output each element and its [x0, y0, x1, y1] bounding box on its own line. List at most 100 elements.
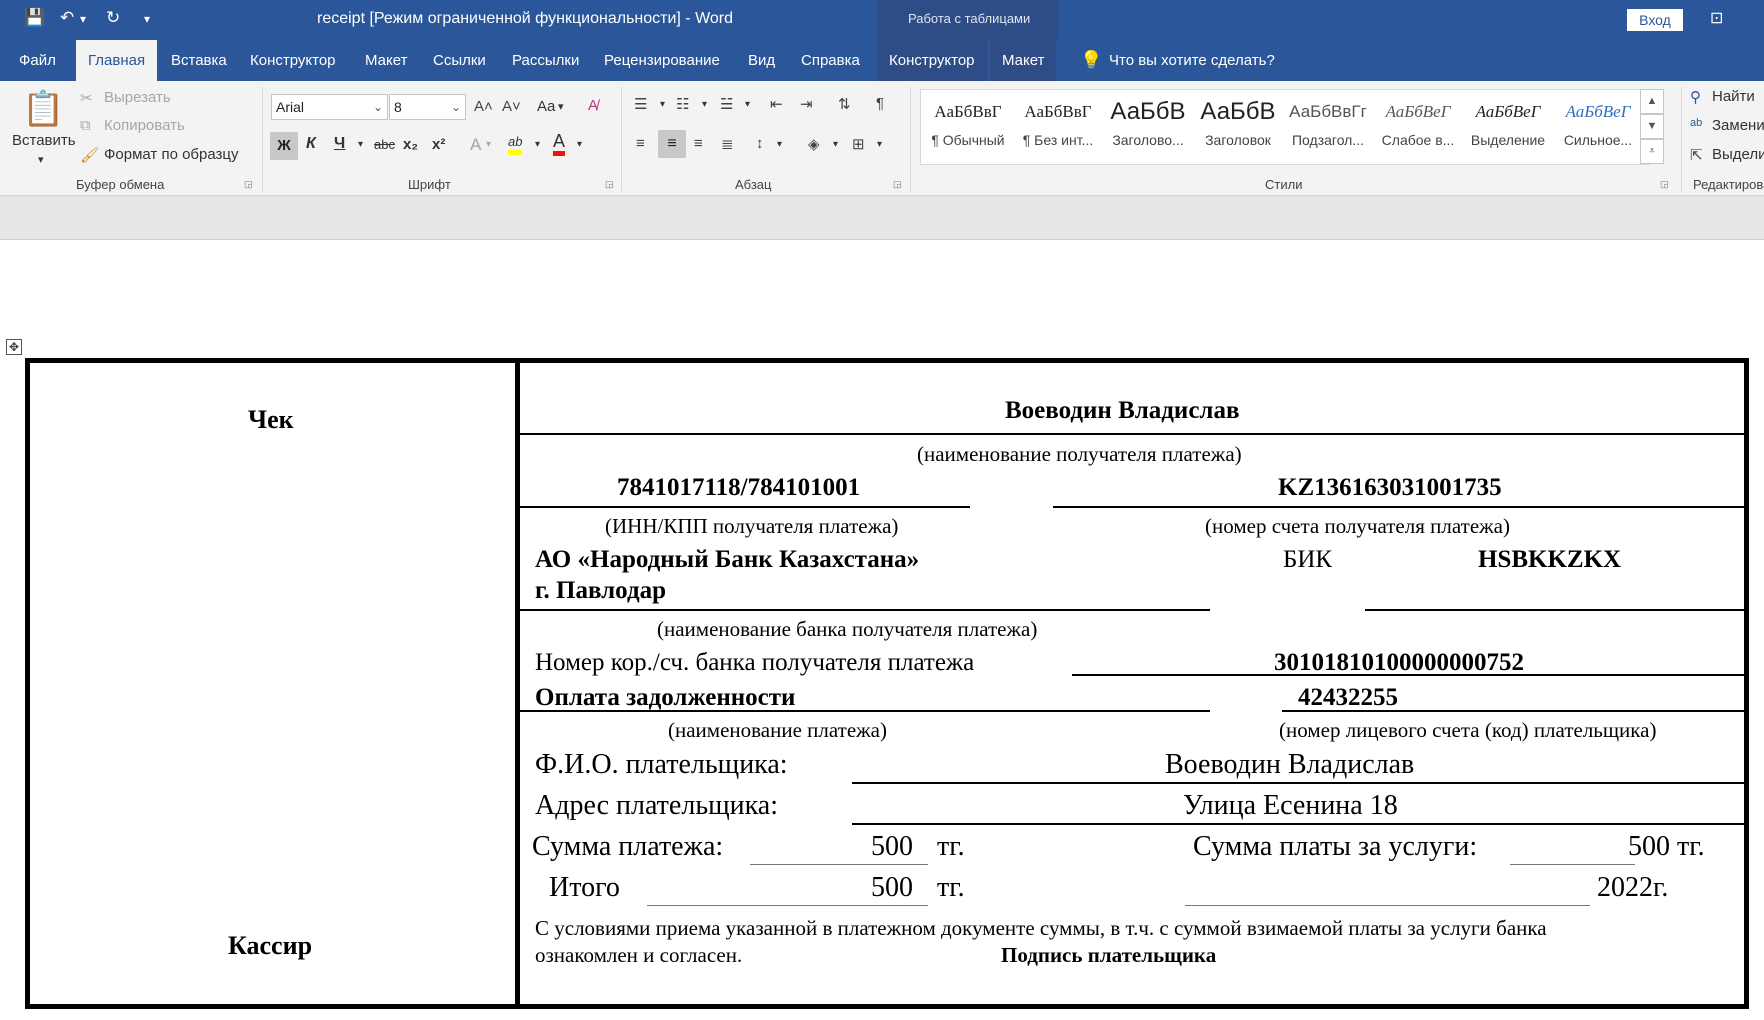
styles-launcher-icon[interactable]: ◲	[1660, 179, 1669, 190]
clipboard-launcher-icon[interactable]: ◲	[244, 179, 253, 190]
tell-me-search[interactable]: Что вы хотите сделать?	[1097, 40, 1287, 81]
replace-icon: ab	[1690, 117, 1703, 129]
highlight-button[interactable]: ab	[508, 133, 523, 155]
corr-account-label: Номер кор./сч. банка получателя платежа	[535, 649, 975, 676]
chevron-up-icon[interactable]: ▲	[1640, 89, 1664, 114]
chevron-down-icon[interactable]: ▼	[1640, 114, 1664, 139]
tab-help[interactable]: Справка	[789, 40, 872, 81]
align-center-icon[interactable]: ≡	[658, 130, 686, 158]
style-heading-1[interactable]: АаБбВ Заголово...	[1103, 92, 1193, 162]
payment-caption: (наименование платежа)	[668, 718, 887, 742]
style-intense-emphasis[interactable]: АаБбВеГ Сильное...	[1553, 92, 1643, 162]
shading-icon[interactable]: ◈	[808, 135, 820, 153]
font-family-combo[interactable]: Arial ⌄	[271, 94, 388, 120]
sum-currency: тг.	[937, 831, 965, 862]
payment-name: Оплата задолженности	[535, 684, 796, 711]
decrease-indent-icon[interactable]: ⇤	[770, 95, 783, 113]
text-effects-button[interactable]: A	[470, 135, 481, 155]
more-styles-icon[interactable]: ⩡	[1640, 139, 1664, 164]
align-left-icon[interactable]: ≡	[636, 135, 645, 152]
multilevel-list-icon[interactable]: ☱	[720, 95, 733, 113]
ribbon-display-options-icon[interactable]: ⊡	[1710, 8, 1723, 28]
tab-references[interactable]: Ссылки	[421, 40, 498, 81]
bold-button[interactable]: Ж	[270, 132, 298, 160]
paragraph-launcher-icon[interactable]: ◲	[893, 179, 902, 190]
cut-button[interactable]: Вырезать	[104, 89, 171, 106]
change-case-button[interactable]: Aa	[537, 98, 555, 115]
clear-formatting-icon[interactable]: A̸	[588, 97, 598, 114]
tab-layout[interactable]: Макет	[353, 40, 419, 81]
text-effects-dropdown-icon[interactable]: ▾	[486, 139, 491, 150]
bullets-icon[interactable]: ☰	[634, 95, 647, 113]
numbering-dropdown-icon[interactable]: ▾	[702, 99, 707, 110]
column-divider	[515, 363, 520, 1004]
tab-file[interactable]: Файл	[7, 40, 68, 81]
borders-dropdown-icon[interactable]: ▾	[877, 139, 882, 150]
table-move-handle-icon[interactable]: ✥	[6, 339, 22, 355]
font-size-value: 8	[394, 99, 402, 115]
style-emphasis[interactable]: АаБбВеГ Выделение	[1463, 92, 1553, 162]
borders-icon[interactable]: ⊞	[852, 135, 865, 153]
subscript-button[interactable]: x₂	[403, 136, 418, 153]
bank-name-line1: АО «Народный Банк Казахстана»	[535, 546, 920, 573]
paste-button[interactable]: Вставить	[12, 132, 76, 149]
save-icon[interactable]: 💾	[24, 8, 45, 28]
tab-table-design[interactable]: Конструктор	[877, 40, 987, 81]
underline-button[interactable]: Ч	[334, 135, 345, 153]
style-subtle-emphasis[interactable]: АаБбВеГ Слабое в...	[1373, 92, 1463, 162]
underline	[647, 905, 928, 906]
undo-icon[interactable]: ↶	[60, 8, 74, 28]
multilevel-dropdown-icon[interactable]: ▾	[745, 99, 750, 110]
copy-button[interactable]: Копировать	[104, 117, 185, 134]
style-heading[interactable]: АаБбВ Заголовок	[1193, 92, 1283, 162]
strikethrough-button[interactable]: abc	[374, 137, 395, 152]
show-marks-icon[interactable]: ¶	[876, 95, 884, 112]
font-launcher-icon[interactable]: ◲	[605, 179, 614, 190]
font-size-combo[interactable]: 8 ⌄	[389, 94, 466, 120]
customize-toolbar-icon[interactable]: ▾	[144, 12, 150, 26]
tab-table-layout[interactable]: Макет	[990, 40, 1057, 81]
italic-button[interactable]: К	[306, 135, 316, 153]
grow-font-icon[interactable]: A˄	[474, 98, 493, 115]
numbering-icon[interactable]: ☷	[676, 95, 689, 113]
tab-insert[interactable]: Вставка	[159, 40, 239, 81]
font-color-button[interactable]: A	[553, 131, 566, 156]
fee-value: 500 тг.	[1628, 831, 1705, 862]
shrink-font-icon[interactable]: A˅	[502, 98, 521, 115]
align-right-icon[interactable]: ≡	[694, 135, 703, 152]
bullets-dropdown-icon[interactable]: ▾	[660, 99, 665, 110]
tab-design[interactable]: Конструктор	[238, 40, 348, 81]
style-name: Слабое в...	[1381, 132, 1455, 148]
replace-button[interactable]: Замени	[1712, 117, 1764, 134]
line-spacing-icon[interactable]: ↕	[756, 135, 764, 152]
highlight-dropdown-icon[interactable]: ▾	[535, 139, 540, 150]
find-button[interactable]: Найти	[1712, 88, 1755, 105]
justify-icon[interactable]: ≣	[721, 135, 734, 153]
select-button[interactable]: Выдели	[1712, 146, 1764, 163]
underline-dropdown-icon[interactable]: ▾	[358, 139, 363, 150]
line-spacing-dropdown-icon[interactable]: ▾	[777, 139, 782, 150]
tab-mailings[interactable]: Рассылки	[500, 40, 591, 81]
style-name: Выделение	[1470, 132, 1546, 148]
superscript-button[interactable]: x²	[432, 136, 445, 153]
style-subtitle[interactable]: АаБбВвГг Подзагол...	[1283, 92, 1373, 162]
shading-dropdown-icon[interactable]: ▾	[833, 139, 838, 150]
style-normal[interactable]: АаБбВвГ ¶ Обычный	[923, 92, 1013, 162]
style-no-spacing[interactable]: АаБбВвГ ¶ Без инт...	[1013, 92, 1103, 162]
tab-home[interactable]: Главная	[76, 40, 158, 81]
increase-indent-icon[interactable]: ⇥	[800, 95, 813, 113]
paste-dropdown-icon[interactable]: ▾	[38, 153, 44, 166]
redo-icon[interactable]: ↻	[106, 8, 120, 28]
tab-review[interactable]: Рецензирование	[592, 40, 732, 81]
format-painter-icon: 🖌	[80, 147, 100, 164]
format-painter-button[interactable]: Формат по образцу	[104, 146, 239, 163]
style-sample: АаБбВеГ	[1385, 102, 1451, 121]
styles-scroll: ▲ ▼ ⩡	[1640, 89, 1664, 165]
change-case-dropdown-icon[interactable]: ▾	[558, 100, 564, 113]
tab-view[interactable]: Вид	[736, 40, 787, 81]
paste-icon[interactable]: 📋	[22, 89, 64, 131]
sort-icon[interactable]: ⇅	[838, 95, 851, 113]
login-button[interactable]: Вход	[1627, 9, 1683, 31]
undo-dropdown-icon[interactable]: ▾	[80, 12, 86, 26]
font-color-dropdown-icon[interactable]: ▾	[577, 139, 582, 150]
